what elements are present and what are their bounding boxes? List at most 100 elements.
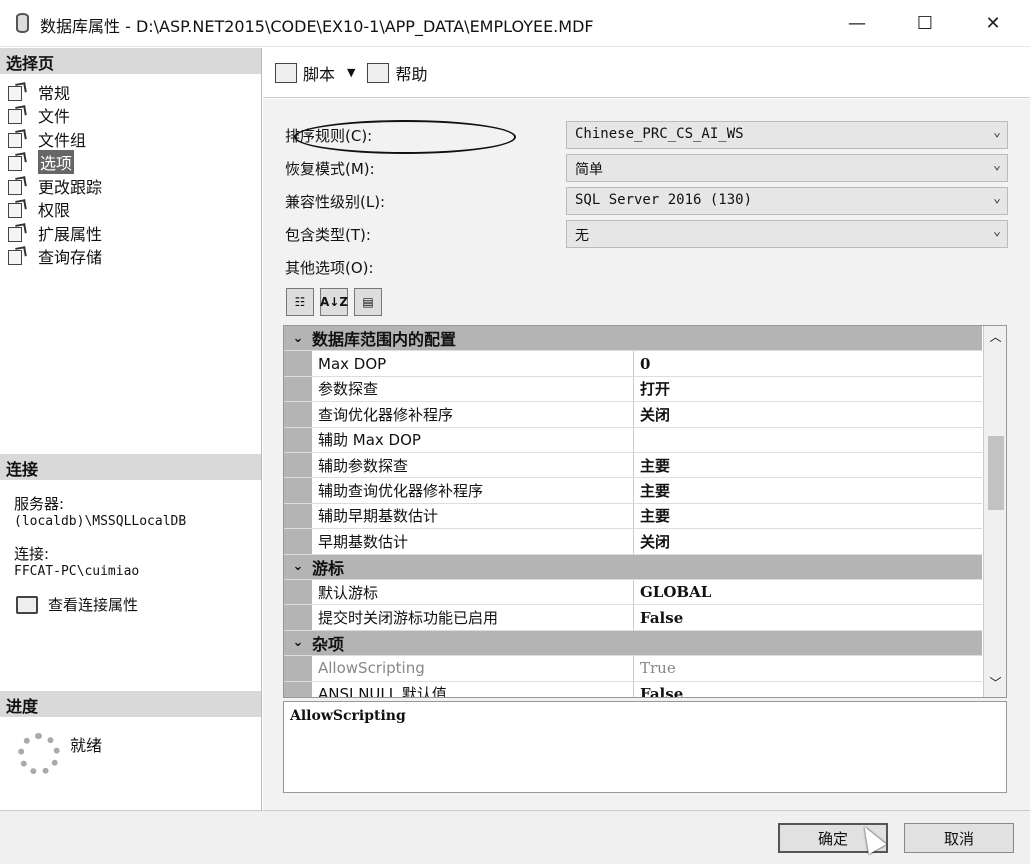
page-item[interactable]: 查询存储 bbox=[6, 245, 102, 269]
page-item[interactable]: 更改跟踪 bbox=[6, 174, 102, 198]
left-pane: 选择页 常规 文件 文件组 选项 更改跟踪 权限 扩展属性 查询存储 连接 服务器: (loc… bbox=[0, 48, 262, 810]
containment-label: 包含类型(T): bbox=[285, 225, 371, 244]
page-item-label: 更改跟踪 bbox=[38, 177, 103, 197]
page-item-label: 扩展属性 bbox=[38, 224, 103, 244]
progress-header: 进度 bbox=[0, 691, 261, 717]
property-grid-scrollbar[interactable]: ︿ ﹀ bbox=[983, 326, 1006, 697]
page-item[interactable]: 扩展属性 bbox=[6, 221, 102, 245]
property-value[interactable]: 打开 bbox=[634, 378, 670, 399]
property-value[interactable]: GLOBAL bbox=[634, 583, 711, 601]
scroll-thumb[interactable] bbox=[988, 436, 1004, 510]
property-name: AllowScripting bbox=[312, 656, 634, 681]
property-row[interactable]: 默认游标 GLOBAL bbox=[284, 580, 982, 606]
property-name: 辅助参数探查 bbox=[312, 453, 634, 478]
database-icon bbox=[16, 13, 29, 33]
select-page-header: 选择页 bbox=[0, 48, 261, 74]
property-gutter bbox=[284, 580, 312, 605]
property-name: 默认游标 bbox=[312, 580, 634, 605]
property-pages-button[interactable]: ▤ bbox=[354, 288, 382, 316]
page-item[interactable]: 文件组 bbox=[6, 127, 102, 151]
property-value[interactable]: 主要 bbox=[634, 505, 670, 526]
script-button[interactable]: 脚本 bbox=[275, 61, 335, 85]
property-value[interactable]: False bbox=[634, 609, 683, 627]
compat-level-select[interactable]: SQL Server 2016 (130) ⌄ bbox=[566, 187, 1008, 215]
property-row[interactable]: 辅助查询优化器修补程序 主要 bbox=[284, 478, 982, 504]
property-category[interactable]: ⌄ 杂项 bbox=[284, 630, 982, 657]
property-value[interactable]: 主要 bbox=[634, 480, 670, 501]
property-value[interactable]: 主要 bbox=[634, 455, 670, 476]
property-name: 辅助 Max DOP bbox=[312, 427, 634, 452]
property-value[interactable]: True bbox=[634, 659, 676, 677]
property-row[interactable]: Max DOP 0 bbox=[284, 351, 982, 377]
script-dropdown-icon[interactable]: ▼ bbox=[347, 66, 355, 79]
other-options-label: 其他选项(O): bbox=[285, 258, 374, 277]
recovery-label: 恢复模式(M): bbox=[285, 159, 375, 178]
page-item[interactable]: 权限 bbox=[6, 198, 102, 222]
other-options-row: 其他选项(O): bbox=[285, 253, 565, 281]
property-row[interactable]: ANSI NULL 默认值 False bbox=[284, 681, 982, 697]
collapse-chevron-icon[interactable]: ⌄ bbox=[284, 331, 312, 346]
property-category[interactable]: ⌄ 数据库范围内的配置 bbox=[284, 326, 982, 352]
connection-value: FFCAT-PC\cuimiao bbox=[14, 564, 140, 579]
collation-select[interactable]: Chinese_PRC_CS_AI_WS ⌄ bbox=[566, 121, 1008, 149]
property-grid: ︿ ﹀ ⌄ 数据库范围内的配置 Max DOP 0 参数探查 打开 查询优化器修补程序 关闭辅… bbox=[283, 325, 1007, 698]
property-value[interactable]: 0 bbox=[634, 355, 650, 373]
description-panel: AllowScripting bbox=[283, 701, 1007, 793]
property-gutter bbox=[284, 529, 312, 554]
property-value[interactable]: 关闭 bbox=[634, 404, 670, 425]
category-name: 杂项 bbox=[312, 634, 345, 654]
page-list: 常规 文件 文件组 选项 更改跟踪 权限 扩展属性 查询存储 bbox=[6, 80, 102, 268]
collapse-chevron-icon[interactable]: ⌄ bbox=[284, 635, 312, 650]
property-gutter bbox=[284, 427, 312, 452]
chevron-down-icon: ⌄ bbox=[993, 191, 1001, 206]
property-row[interactable]: 提交时关闭游标功能已启用 False bbox=[284, 605, 982, 631]
recovery-value: 简单 bbox=[575, 162, 603, 178]
toolbar: 脚本 ▼ 帮助 bbox=[263, 48, 1030, 98]
property-row[interactable]: 辅助参数探查 主要 bbox=[284, 453, 982, 479]
property-value[interactable]: 关闭 bbox=[634, 531, 670, 552]
property-row[interactable]: 早期基数估计 关闭 bbox=[284, 529, 982, 555]
minimize-button[interactable]: — bbox=[834, 8, 880, 38]
server-info: 服务器: (localdb)\MSSQLLocalDB bbox=[14, 496, 186, 530]
alphabetical-button[interactable]: A↓Z bbox=[320, 288, 348, 316]
scroll-down-icon[interactable]: ﹀ bbox=[984, 674, 1006, 694]
page-icon bbox=[6, 177, 28, 195]
help-icon bbox=[367, 62, 390, 83]
chevron-down-icon: ⌄ bbox=[993, 224, 1001, 239]
property-gutter bbox=[284, 376, 312, 402]
recovery-model-select[interactable]: 简单 ⌄ bbox=[566, 154, 1008, 182]
page-item[interactable]: 选项 bbox=[6, 150, 102, 175]
page-item[interactable]: 文件 bbox=[6, 104, 102, 128]
property-value[interactable]: False bbox=[634, 685, 683, 697]
property-name: 参数探查 bbox=[312, 376, 634, 402]
page-item-label: 常规 bbox=[38, 83, 71, 103]
server-value: (localdb)\MSSQLLocalDB bbox=[14, 514, 187, 529]
containment-value: 无 bbox=[575, 228, 589, 244]
scroll-up-icon[interactable]: ︿ bbox=[984, 328, 1006, 348]
view-connection-properties-link[interactable]: 查看连接属性 bbox=[16, 594, 138, 615]
grid-tools: ☷ A↓Z ▤ bbox=[286, 288, 382, 316]
compat-value: SQL Server 2016 (130) bbox=[575, 192, 753, 208]
close-button[interactable]: ✕ bbox=[970, 8, 1016, 38]
recovery-row: 恢复模式(M): bbox=[285, 154, 565, 182]
containment-select[interactable]: 无 ⌄ bbox=[566, 220, 1008, 248]
property-row[interactable]: AllowScripting True bbox=[284, 656, 982, 682]
property-row[interactable]: 查询优化器修补程序 关闭 bbox=[284, 402, 982, 428]
page-icon bbox=[6, 153, 28, 172]
page-icon bbox=[6, 200, 28, 219]
property-category[interactable]: ⌄ 游标 bbox=[284, 554, 982, 580]
property-row[interactable]: 辅助 Max DOP bbox=[284, 427, 982, 453]
property-name: 辅助查询优化器修补程序 bbox=[312, 478, 634, 503]
containment-row: 包含类型(T): bbox=[285, 220, 565, 248]
collation-row: 排序规则(C): bbox=[285, 121, 565, 149]
cancel-button[interactable]: 取消 bbox=[904, 823, 1014, 853]
collapse-chevron-icon[interactable]: ⌄ bbox=[284, 559, 312, 574]
window-title: 数据库属性 - D:\ASP.NET2015\CODE\EX10-1\APP_D… bbox=[40, 17, 594, 36]
connection-info: 连接: FFCAT-PC\cuimiao bbox=[14, 546, 139, 580]
property-row[interactable]: 辅助早期基数估计 主要 bbox=[284, 503, 982, 530]
page-item[interactable]: 常规 bbox=[6, 80, 102, 104]
categorized-button[interactable]: ☷ bbox=[286, 288, 314, 316]
maximize-button[interactable]: ☐ bbox=[902, 8, 948, 38]
property-row[interactable]: 参数探查 打开 bbox=[284, 376, 982, 403]
help-button[interactable]: 帮助 bbox=[367, 61, 428, 85]
